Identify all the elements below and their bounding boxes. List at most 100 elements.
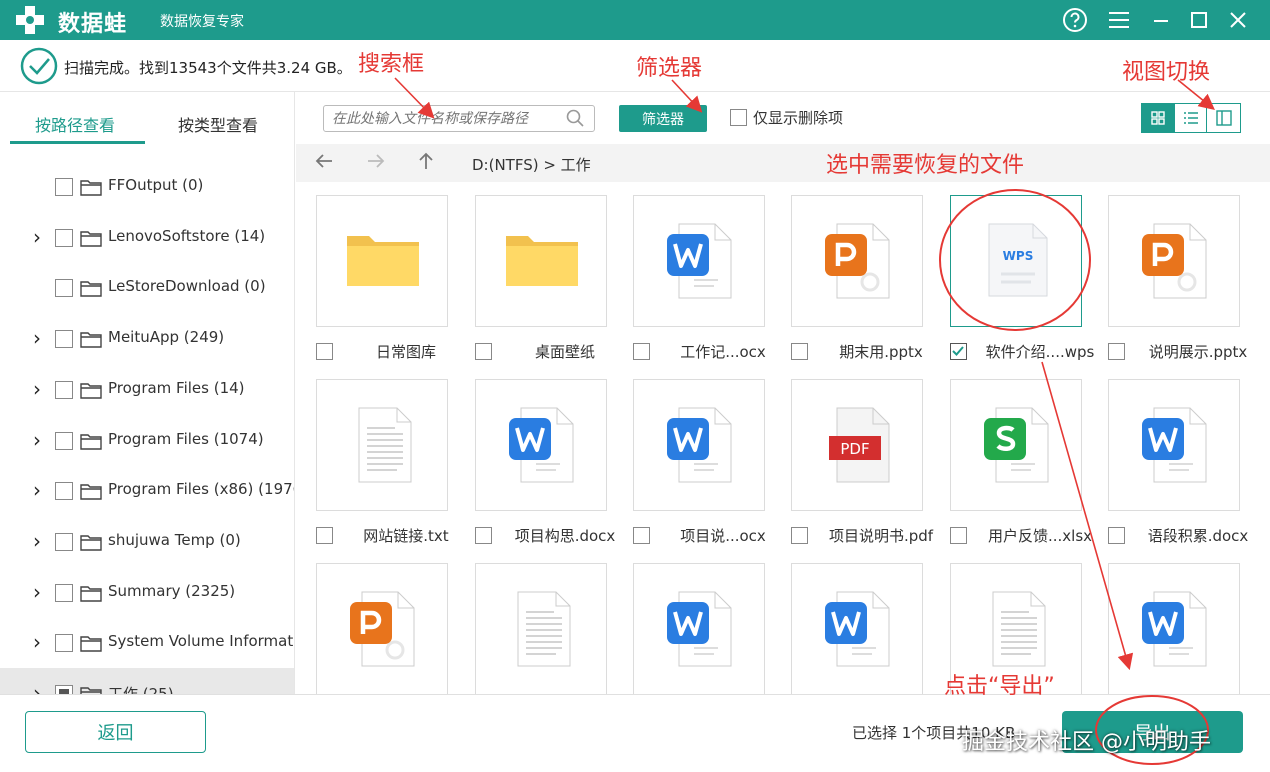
chevron-right-icon[interactable]: › xyxy=(33,480,41,500)
file-checkbox[interactable] xyxy=(633,527,650,544)
file-thumbnail[interactable] xyxy=(1108,563,1240,694)
file-name: 项目说...ocx xyxy=(680,527,766,545)
file-thumbnail[interactable] xyxy=(316,379,448,511)
file-checkbox[interactable] xyxy=(1108,343,1125,360)
file-checkbox[interactable] xyxy=(1108,527,1125,544)
tree-item-checkbox[interactable] xyxy=(55,685,73,694)
folder-icon xyxy=(80,535,102,551)
tree-item-checkbox[interactable] xyxy=(55,583,73,602)
file-checkbox[interactable] xyxy=(791,343,808,360)
file-checkbox[interactable] xyxy=(950,527,967,544)
tree-item-checkbox[interactable] xyxy=(55,279,73,298)
annotation-export: 点击“导出” xyxy=(944,674,1055,699)
tree-item-label: FFOutput (0) xyxy=(108,176,204,194)
file-thumbnail[interactable] xyxy=(475,563,607,694)
file-checkbox[interactable] xyxy=(475,527,492,544)
annotation-select: 选中需要恢复的文件 xyxy=(826,153,1025,178)
chevron-right-icon[interactable]: › xyxy=(33,531,41,551)
tree-item[interactable]: › MeituApp (249) xyxy=(0,313,294,363)
maximize-button[interactable] xyxy=(1184,6,1214,34)
menu-button[interactable] xyxy=(1104,6,1134,34)
list-view-button[interactable] xyxy=(1175,104,1208,132)
file-thumbnail[interactable] xyxy=(1108,195,1240,327)
detail-view-button[interactable] xyxy=(1207,104,1240,132)
tree-item-checkbox[interactable] xyxy=(55,634,73,653)
file-checkbox[interactable] xyxy=(950,343,967,360)
deleted-only-label: 仅显示删除项 xyxy=(753,109,844,127)
tree-item[interactable]: LeStoreDownload (0) xyxy=(0,262,294,312)
tree-item[interactable]: › 工作 (25) xyxy=(0,668,294,694)
close-button[interactable] xyxy=(1223,6,1253,34)
file-thumbnail[interactable] xyxy=(316,563,448,694)
file-thumbnail[interactable] xyxy=(316,195,448,327)
chevron-right-icon[interactable]: › xyxy=(33,227,41,247)
tree-item[interactable]: › Program Files (14) xyxy=(0,364,294,414)
tree-item-label: MeituApp (249) xyxy=(108,328,225,347)
tree-item[interactable]: › LenovoSoftstore (14) xyxy=(0,212,294,262)
file-thumbnail[interactable]: PDF xyxy=(791,379,923,511)
tree-item-checkbox[interactable] xyxy=(55,228,73,247)
help-button[interactable] xyxy=(1060,6,1090,34)
minimize-button[interactable] xyxy=(1146,6,1176,34)
search-icon[interactable] xyxy=(566,109,584,127)
file-thumbnail[interactable] xyxy=(475,195,607,327)
chevron-right-icon[interactable]: › xyxy=(33,328,41,348)
file-checkbox[interactable] xyxy=(791,527,808,544)
chevron-right-icon[interactable]: › xyxy=(33,430,41,450)
file-thumbnail[interactable] xyxy=(1108,379,1240,511)
file-thumbnail[interactable] xyxy=(633,563,765,694)
arrow-left-icon[interactable] xyxy=(314,151,334,171)
filter-button[interactable]: 筛选器 xyxy=(619,105,707,132)
file-caption: 项目构思.docx xyxy=(475,524,633,548)
file-thumbnail[interactable] xyxy=(475,379,607,511)
file-checkbox[interactable] xyxy=(316,343,333,360)
file-thumbnail[interactable] xyxy=(633,379,765,511)
file-name: 桌面壁纸 xyxy=(534,343,595,361)
word-doc-icon xyxy=(667,223,732,299)
tree-item-checkbox[interactable] xyxy=(55,330,73,349)
deleted-only-checkbox[interactable] xyxy=(730,109,747,126)
tree-item[interactable]: FFOutput (0) xyxy=(0,161,294,211)
file-name: 期末用.pptx xyxy=(839,343,923,361)
chevron-right-icon[interactable]: › xyxy=(33,632,41,652)
tree-item[interactable]: › System Volume Informati xyxy=(0,617,294,667)
app-brand: 数据蛙 xyxy=(58,12,128,37)
tree-item-checkbox[interactable] xyxy=(55,380,73,399)
file-thumbnail[interactable] xyxy=(791,563,923,694)
tree-item-checkbox[interactable] xyxy=(55,482,73,501)
tree-item[interactable]: › Program Files (1074) xyxy=(0,415,294,465)
app-window: 数据蛙 数据恢复专家 扫描完成。找到13543个文件共3.24 GB。 按路径查… xyxy=(0,0,1270,772)
chevron-right-icon[interactable]: › xyxy=(33,582,41,602)
tree-item-checkbox[interactable] xyxy=(55,431,73,450)
svg-text:WPS: WPS xyxy=(1003,249,1034,263)
tab-by-type[interactable]: 按类型查看 xyxy=(178,112,258,136)
close-icon xyxy=(1230,12,1246,28)
ppt-doc-icon xyxy=(1142,223,1207,299)
file-thumbnail[interactable] xyxy=(950,379,1082,511)
tree-item-label: LenovoSoftstore (14) xyxy=(108,226,266,245)
tree-item-checkbox[interactable] xyxy=(55,178,73,196)
chevron-right-icon[interactable]: › xyxy=(33,379,41,399)
file-thumbnail[interactable] xyxy=(633,195,765,327)
tab-by-path[interactable]: 按路径查看 xyxy=(35,112,115,136)
ppt-doc-icon xyxy=(825,223,890,299)
arrow-up-icon[interactable] xyxy=(416,151,436,171)
file-checkbox[interactable] xyxy=(633,343,650,360)
tree-item-label: Program Files (x86) (1976 xyxy=(108,480,295,499)
file-checkbox[interactable] xyxy=(475,343,492,360)
back-button[interactable]: 返回 xyxy=(25,711,206,753)
tree-item-checkbox[interactable] xyxy=(55,532,73,551)
thumbnail-view-button[interactable] xyxy=(1142,104,1175,132)
search-input[interactable] xyxy=(323,105,595,132)
tree-item[interactable]: › shujuwa Temp (0) xyxy=(0,516,294,566)
current-path: D:(NTFS) > 工作 xyxy=(472,156,591,174)
tree-item-label: LeStoreDownload (0) xyxy=(108,277,266,296)
file-thumbnail[interactable] xyxy=(791,195,923,327)
arrow-right-icon[interactable] xyxy=(366,151,386,171)
file-thumbnail[interactable]: WPS xyxy=(950,195,1082,327)
file-checkbox[interactable] xyxy=(316,527,333,544)
tree-item[interactable]: › Summary (2325) xyxy=(0,567,294,617)
chevron-right-icon[interactable]: › xyxy=(33,683,41,694)
tree-item[interactable]: › Program Files (x86) (1976 xyxy=(0,465,295,515)
file-name: 语段积累.docx xyxy=(1147,527,1249,545)
